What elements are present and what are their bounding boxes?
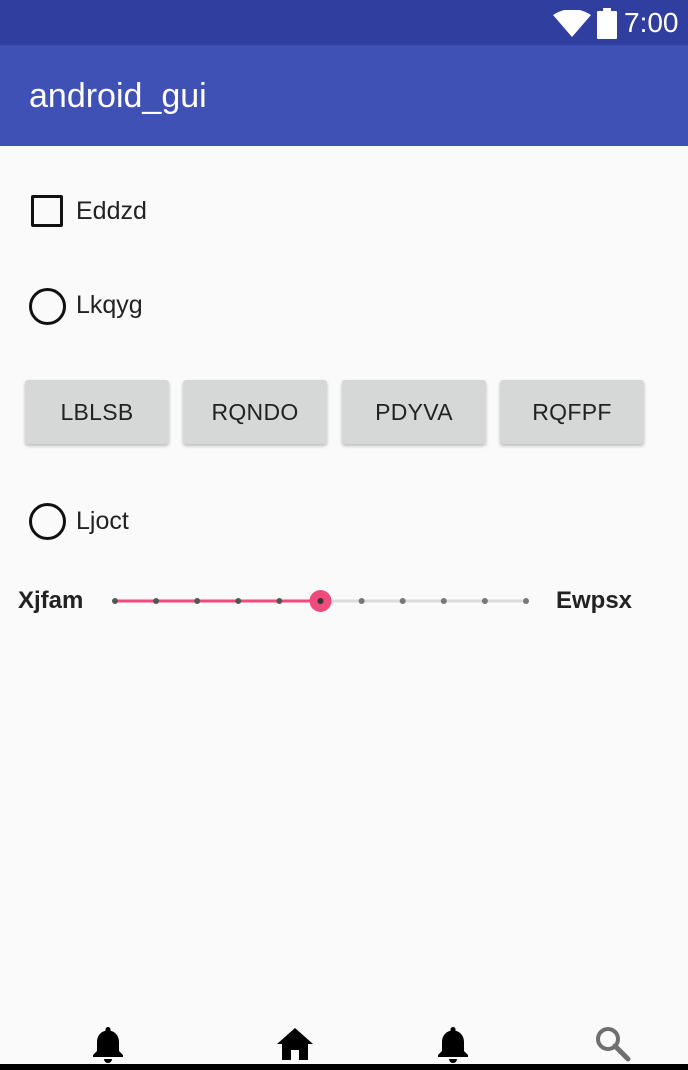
bell-icon[interactable] — [88, 1024, 128, 1064]
slider-tick — [523, 598, 529, 604]
app-title: android_gui — [29, 77, 207, 115]
ljoct-radio[interactable] — [29, 503, 66, 540]
slider-tick — [481, 598, 488, 604]
slider-tick — [235, 598, 242, 604]
slider-tick — [440, 598, 447, 604]
bell-icon[interactable] — [433, 1024, 473, 1064]
lblsb-button[interactable]: LBLSB — [25, 380, 169, 444]
wifi-icon — [553, 10, 591, 37]
discrete-slider[interactable] — [100, 585, 540, 617]
checkbox-label: Eddzd — [76, 197, 147, 225]
slider-right-label: Ewpsx — [556, 587, 633, 614]
slider-tick — [276, 598, 283, 604]
search-icon[interactable] — [593, 1024, 633, 1064]
rqndo-button[interactable]: RQNDO — [183, 380, 327, 444]
slider-tick — [399, 598, 406, 604]
status-time: 7:00 — [624, 7, 679, 38]
slider-tick — [153, 598, 160, 604]
rqfpf-button[interactable]: RQFPF — [500, 380, 644, 444]
lkqyg-radio[interactable] — [29, 288, 66, 325]
home-icon[interactable] — [275, 1024, 315, 1064]
slider-tick — [112, 598, 118, 604]
slider-tick — [358, 598, 365, 604]
slider-tick — [194, 598, 201, 604]
slider-thumb-tick — [317, 598, 324, 604]
battery-icon — [597, 8, 617, 39]
eddzd-checkbox[interactable] — [31, 195, 63, 227]
status-bar: 7:00 — [0, 0, 688, 45]
bottom-divider — [0, 1064, 688, 1070]
pdyva-button[interactable]: PDYVA — [342, 380, 486, 444]
radio-label-lkqyg: Lkqyg — [76, 291, 143, 319]
slider-left-label: Xjfam — [18, 587, 84, 614]
radio-label-ljoct: Ljoct — [76, 507, 129, 535]
